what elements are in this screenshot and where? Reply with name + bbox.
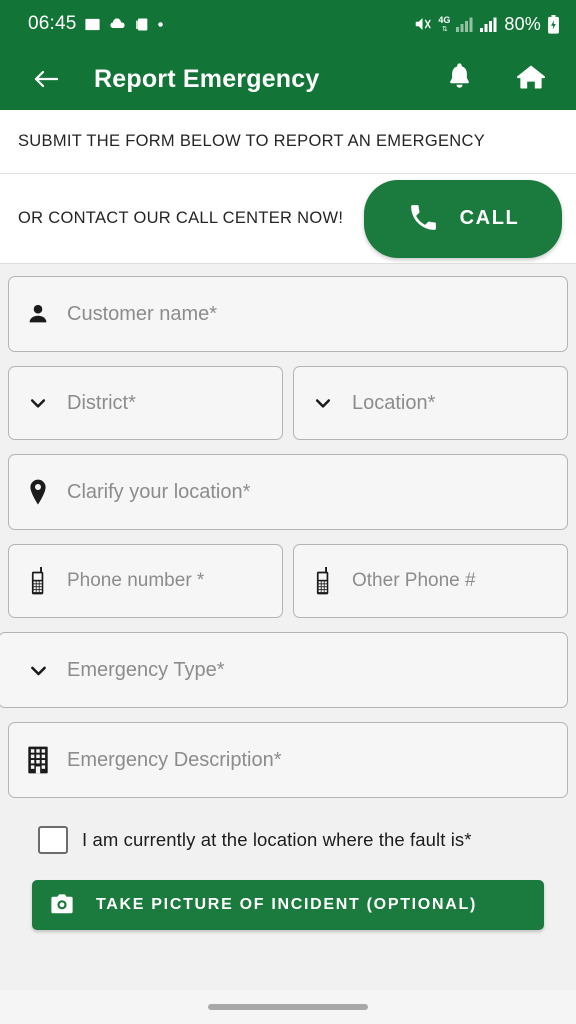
district-select[interactable]: District*: [8, 366, 283, 440]
back-button[interactable]: [30, 62, 64, 96]
chevron-down-icon: [23, 393, 53, 413]
cloud-icon: [108, 16, 127, 33]
take-picture-button-label: TAKE PICTURE OF INCIDENT (OPTIONAL): [96, 896, 477, 913]
person-icon: [23, 302, 53, 326]
chevron-down-icon: [23, 660, 53, 681]
other-phone-placeholder: Other Phone #: [352, 570, 476, 591]
location-placeholder: Location*: [352, 391, 436, 414]
app-screen: 06:45 4G ⇅ 80% Report Emergency SUBMIT T…: [0, 0, 576, 1024]
app-copy-icon: [134, 16, 150, 33]
phone-number-placeholder: Phone number *: [67, 570, 205, 591]
network-label: 4G: [438, 14, 451, 25]
dot-icon: [157, 21, 164, 28]
building-icon: [23, 746, 53, 774]
system-navigation-bar: [0, 990, 576, 1024]
app-bar: Report Emergency: [0, 48, 576, 110]
customer-name-placeholder: Customer name*: [67, 302, 218, 325]
home-button[interactable]: [508, 56, 554, 102]
home-gesture-pill[interactable]: [208, 1004, 368, 1010]
submit-instruction-banner: SUBMIT THE FORM BELOW TO REPORT AN EMERG…: [0, 110, 576, 174]
phone-row: Phone number * Other Phone #: [8, 544, 568, 618]
network-4g-icon: 4G ⇅: [438, 14, 451, 33]
district-location-row: District* Location*: [8, 366, 568, 440]
emergency-description-field[interactable]: Emergency Description*: [8, 722, 568, 798]
status-bar-left: 06:45: [28, 13, 164, 35]
at-location-checkbox[interactable]: [38, 826, 68, 854]
submit-instruction-text: SUBMIT THE FORM BELOW TO REPORT AN EMERG…: [18, 132, 486, 150]
battery-icon: [547, 14, 560, 34]
network-arrows: ⇅: [441, 25, 448, 33]
call-center-text: OR CONTACT OUR CALL CENTER NOW!: [18, 209, 344, 227]
signal-bars-icon: [456, 17, 474, 32]
mobile-phone-icon: [23, 567, 53, 595]
bell-icon: [446, 62, 473, 96]
signal-bars-2-icon: [480, 17, 498, 32]
notification-button[interactable]: [436, 56, 482, 102]
phone-number-field[interactable]: Phone number *: [8, 544, 283, 618]
status-bar-clock: 06:45: [28, 13, 77, 34]
map-pin-icon: [23, 479, 53, 505]
home-icon: [516, 63, 546, 96]
phone-icon: [407, 201, 440, 237]
status-bar-right: 4G ⇅ 80%: [413, 14, 560, 35]
mobile-phone-icon: [308, 567, 338, 595]
call-center-banner: OR CONTACT OUR CALL CENTER NOW! CALL: [0, 174, 576, 264]
status-bar: 06:45 4G ⇅ 80%: [0, 0, 576, 48]
customer-name-field[interactable]: Customer name*: [8, 276, 568, 352]
district-placeholder: District*: [67, 391, 136, 414]
location-select[interactable]: Location*: [293, 366, 568, 440]
clarify-location-placeholder: Clarify your location*: [67, 480, 251, 503]
take-picture-button[interactable]: TAKE PICTURE OF INCIDENT (OPTIONAL): [32, 880, 544, 930]
image-icon: [84, 16, 101, 33]
page-title: Report Emergency: [94, 64, 320, 93]
other-phone-field[interactable]: Other Phone #: [293, 544, 568, 618]
chevron-down-icon: [308, 393, 338, 413]
emergency-type-select[interactable]: Emergency Type*: [0, 632, 568, 708]
emergency-report-form: Customer name* District* Location* Clari…: [0, 264, 576, 990]
at-location-checkbox-label: I am currently at the location where the…: [82, 829, 472, 850]
emergency-description-placeholder: Emergency Description*: [67, 748, 282, 771]
at-location-checkbox-row[interactable]: I am currently at the location where the…: [8, 826, 568, 854]
emergency-type-placeholder: Emergency Type*: [67, 658, 225, 681]
camera-icon: [50, 893, 74, 918]
battery-percent-label: 80%: [504, 13, 541, 34]
clarify-location-field[interactable]: Clarify your location*: [8, 454, 568, 530]
call-button[interactable]: CALL: [364, 179, 562, 258]
call-button-label: CALL: [459, 207, 520, 229]
mute-icon: [413, 15, 432, 33]
